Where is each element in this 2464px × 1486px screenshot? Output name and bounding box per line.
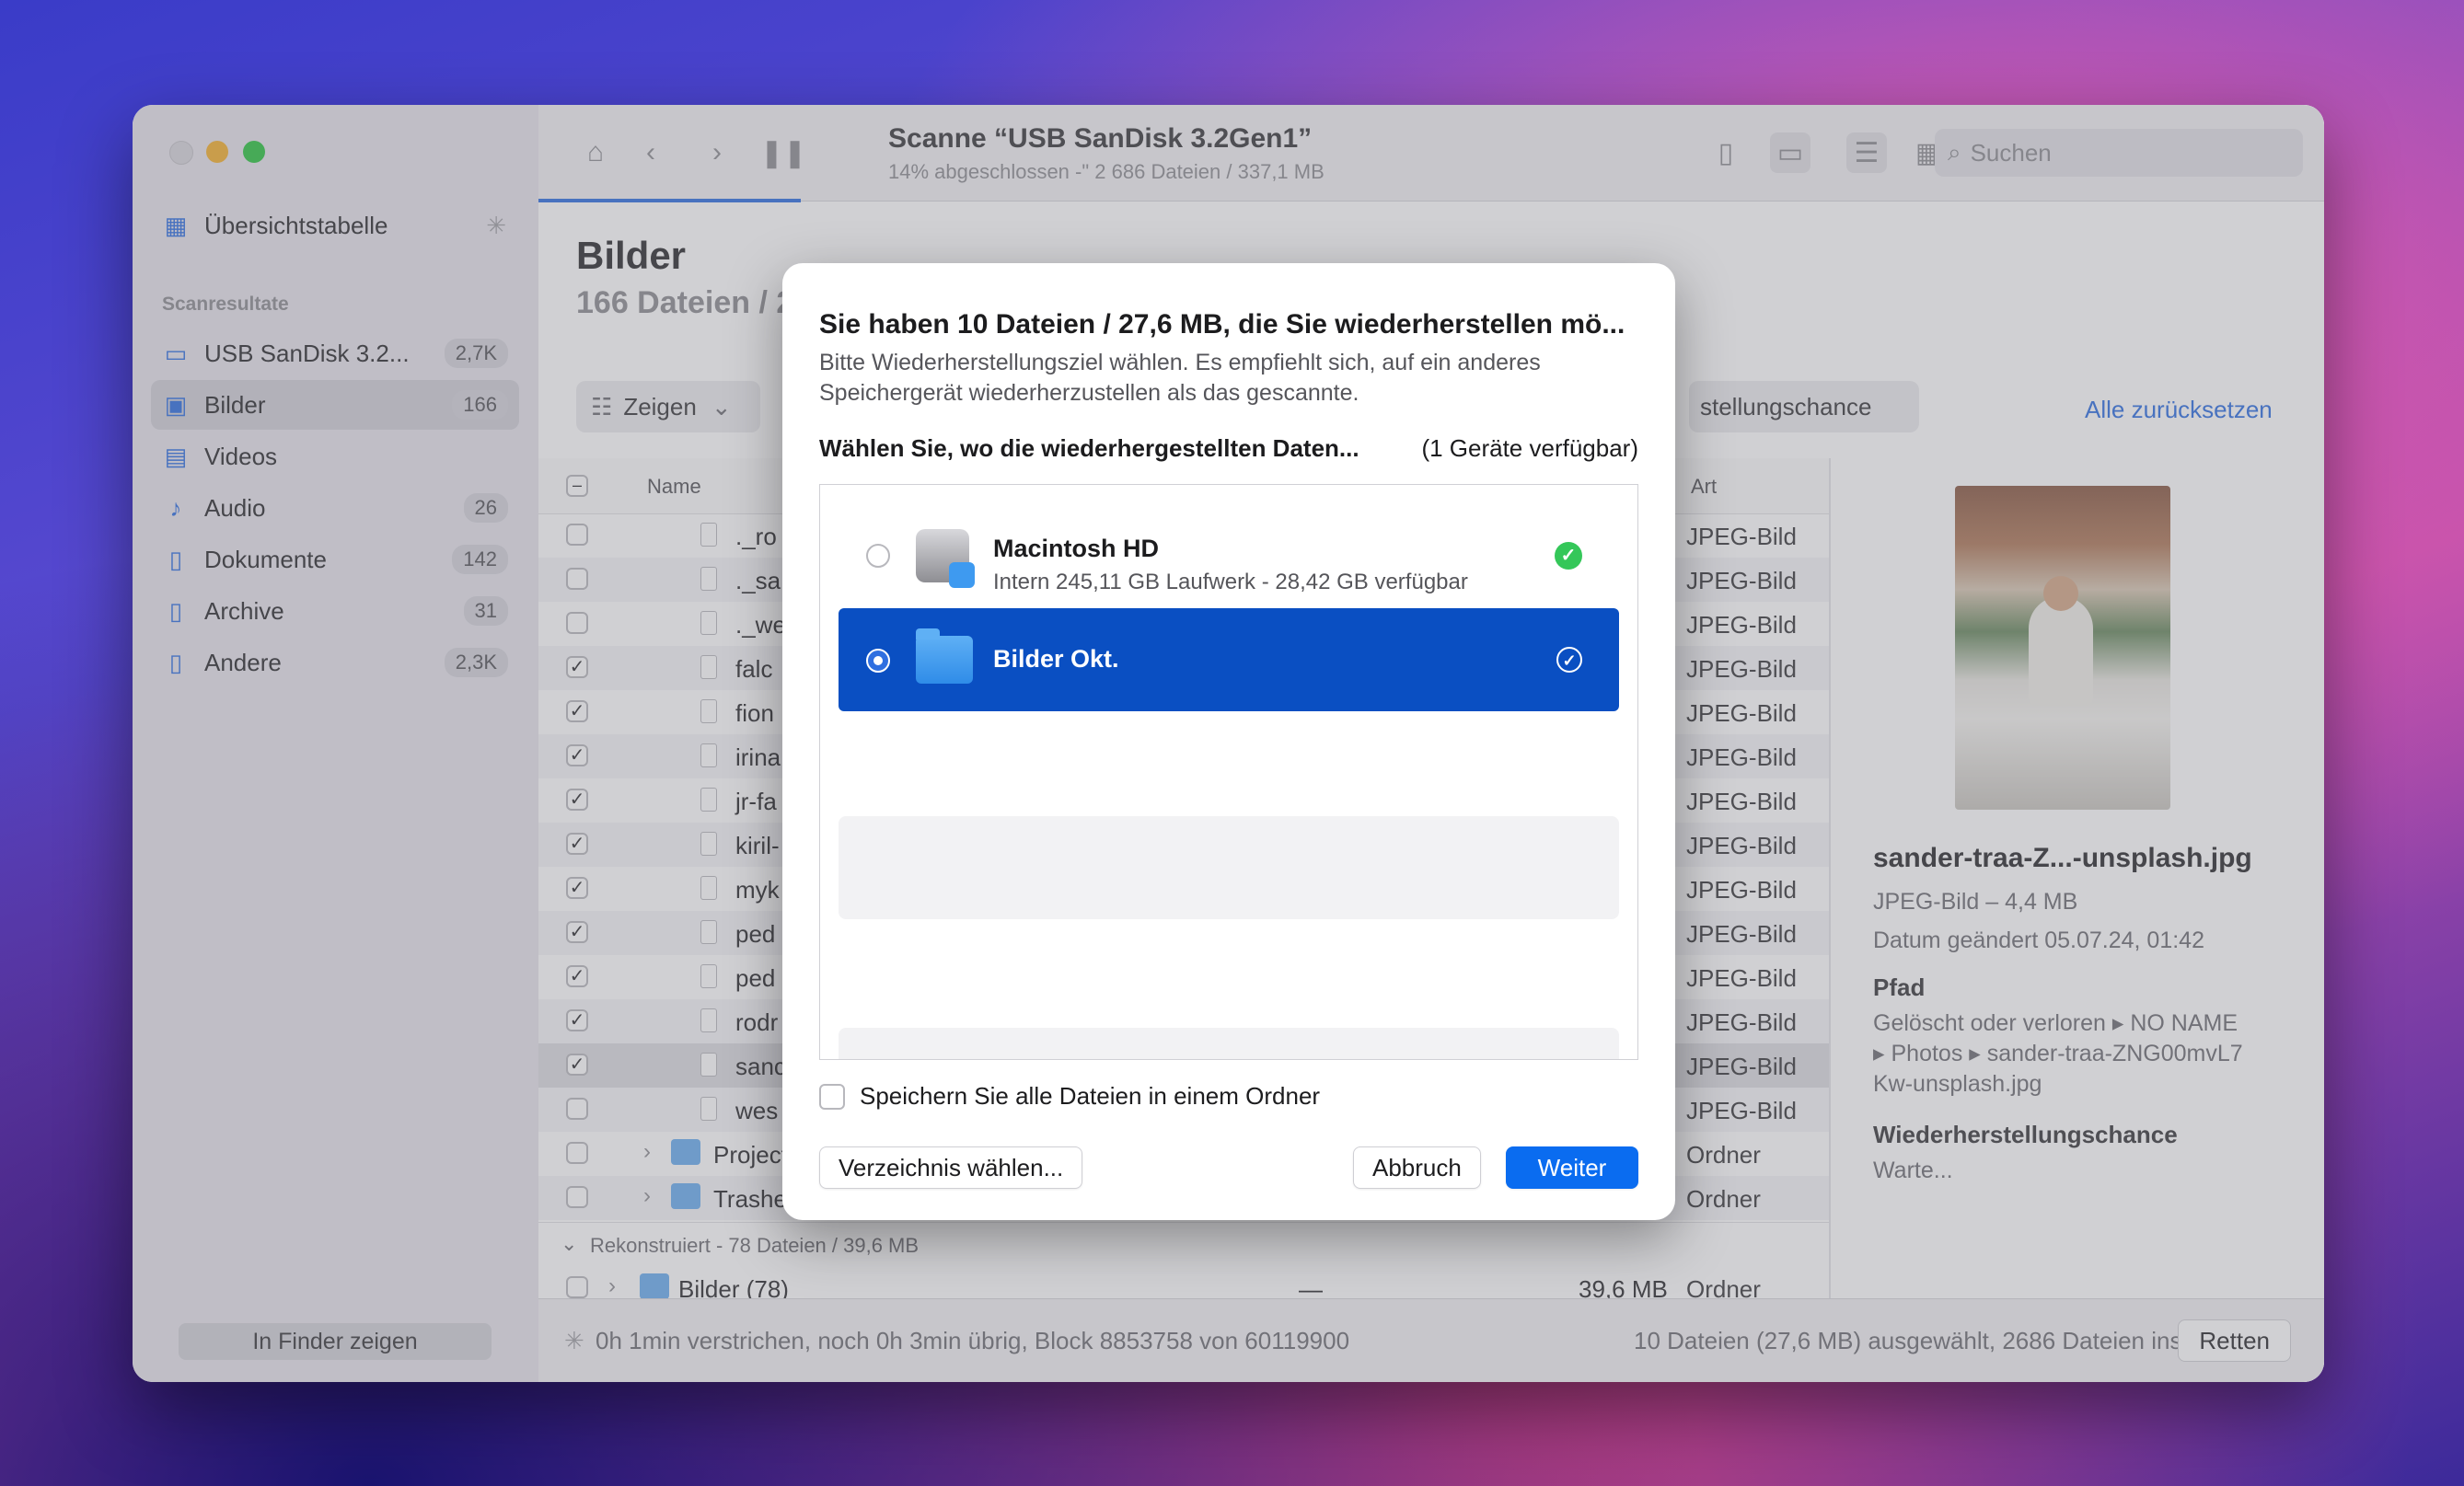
- save-one-folder-label: Speichern Sie alle Dateien in einem Ordn…: [860, 1082, 1321, 1110]
- destination-radio[interactable]: [866, 544, 890, 568]
- destination-list: Macintosh HD Intern 245,11 GB Laufwerk -…: [819, 484, 1638, 1060]
- continue-button[interactable]: Weiter: [1506, 1146, 1638, 1189]
- cancel-button[interactable]: Abbruch: [1353, 1146, 1481, 1189]
- empty-destination-slot: [839, 1028, 1619, 1059]
- devices-available: (1 Geräte verfügbar): [1421, 434, 1638, 462]
- recovery-destination-dialog: Sie haben 10 Dateien / 27,6 MB, die Sie …: [782, 263, 1675, 1220]
- checkmark-icon: ✓: [1555, 542, 1582, 570]
- checkmark-icon: ✓: [1556, 647, 1582, 673]
- hard-drive-icon: [916, 529, 975, 588]
- save-one-folder-option[interactable]: Speichern Sie alle Dateien in einem Ordn…: [819, 1082, 1320, 1111]
- destination-name: Macintosh HD: [993, 535, 1160, 562]
- destination-radio[interactable]: [866, 649, 890, 673]
- destination-name: Bilder Okt.: [993, 645, 1119, 673]
- folder-icon: [916, 628, 973, 684]
- destination-bilder-okt[interactable]: Bilder Okt. ✓: [839, 608, 1619, 711]
- choose-directory-button[interactable]: Verzeichnis wählen...: [819, 1146, 1083, 1189]
- save-one-folder-checkbox[interactable]: [819, 1083, 845, 1110]
- dialog-title: Sie haben 10 Dateien / 27,6 MB, die Sie …: [819, 309, 1625, 340]
- destination-macintosh-hd[interactable]: Macintosh HD Intern 245,11 GB Laufwerk -…: [839, 503, 1619, 606]
- empty-destination-slot: [839, 816, 1619, 919]
- destination-info: Intern 245,11 GB Laufwerk - 28,42 GB ver…: [993, 570, 1468, 594]
- destination-label: Wählen Sie, wo die wiederhergestellten D…: [819, 434, 1359, 462]
- dialog-description: Bitte Wiederherstellungsziel wählen. Es …: [819, 350, 1541, 406]
